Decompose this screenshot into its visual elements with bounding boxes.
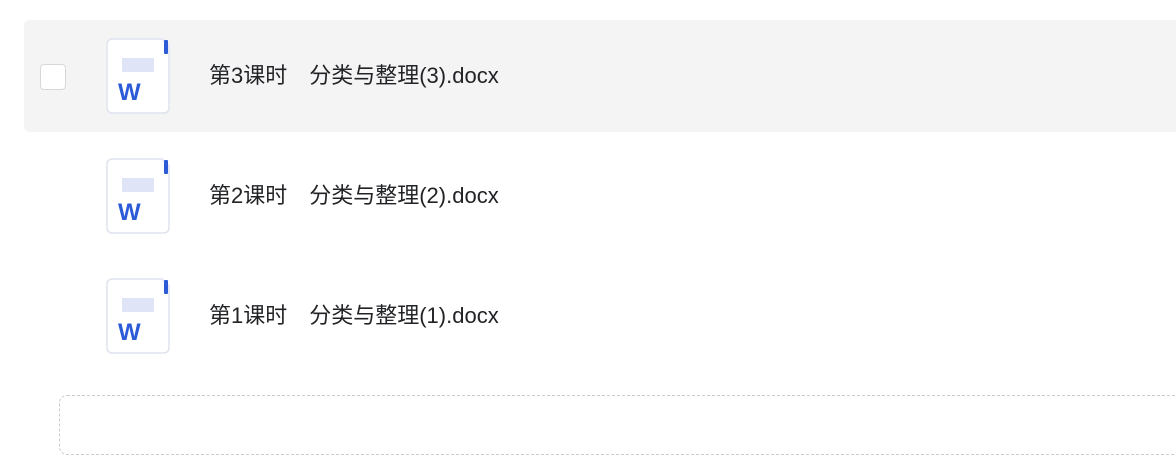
word-letter: W	[118, 79, 141, 106]
file-name[interactable]: 第1课时 分类与整理(1).docx	[209, 300, 499, 332]
file-row-2[interactable]: W 第2课时 分类与整理(2).docx	[24, 140, 1176, 252]
word-doc-icon: W	[106, 278, 170, 354]
file-list: W 第3课时 分类与整理(3).docx W 第2课时 分类与整理(2).doc…	[0, 0, 1176, 455]
word-doc-icon: W	[106, 38, 170, 114]
file-name[interactable]: 第2课时 分类与整理(2).docx	[209, 180, 499, 212]
file-row-1[interactable]: W 第3课时 分类与整理(3).docx	[24, 20, 1176, 132]
word-doc-icon: W	[106, 158, 170, 234]
row-checkbox[interactable]	[40, 64, 66, 90]
word-letter: W	[118, 319, 141, 346]
upload-dropzone[interactable]	[59, 395, 1176, 455]
file-name[interactable]: 第3课时 分类与整理(3).docx	[209, 60, 499, 92]
file-row-3[interactable]: W 第1课时 分类与整理(1).docx	[24, 260, 1176, 372]
word-letter: W	[118, 199, 141, 226]
